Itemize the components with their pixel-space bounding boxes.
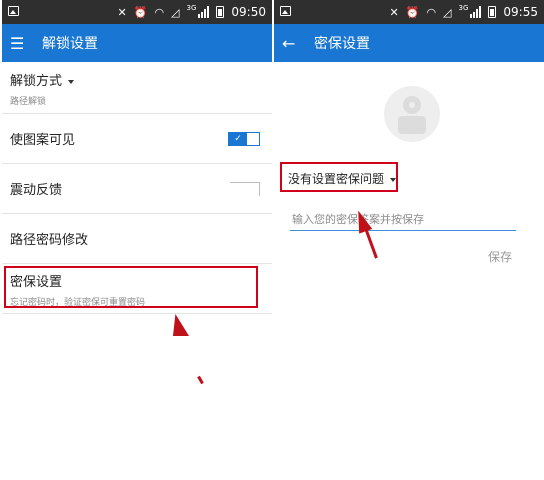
page-title: 解锁设置 (42, 36, 98, 52)
save-button[interactable]: 保存 (488, 248, 512, 265)
battery-icon (488, 6, 497, 18)
path-password-change-label: 路径密码修改 (10, 233, 89, 248)
unlock-method-label: 解锁方式 (10, 70, 272, 89)
unlock-method-row[interactable]: 解锁方式 路径解锁 (2, 62, 272, 114)
arrow-left-icon[interactable]: ← (282, 34, 302, 53)
dropdown-caret-icon (68, 79, 75, 84)
signal-icon (198, 6, 210, 18)
mute-icon: ✕ (117, 5, 127, 19)
status-clock: 09:50 (231, 5, 266, 19)
path-password-change-row[interactable]: 路径密码修改 (2, 214, 272, 264)
unlock-method-value: 路径解锁 (10, 97, 47, 107)
alarm-icon: ⏰ (405, 5, 420, 19)
wifi-icon: ◠ (154, 5, 165, 19)
status-icons: ✕ ⏰ ◠ ◿ 3G 09:55 (390, 0, 538, 24)
status-icons: ✕ ⏰ ◠ ◿ 3G 09:50 (118, 0, 266, 24)
vibration-feedback-toggle[interactable] (230, 182, 260, 196)
highlight-box (280, 162, 398, 192)
page-title: 密保设置 (314, 36, 370, 52)
annotation-arrow-shaft (364, 227, 378, 259)
vibration-feedback-label: 震动反馈 (10, 183, 63, 198)
mute-icon: ✕ (389, 5, 399, 19)
image-notification-icon (280, 6, 291, 16)
annotation-arrow-head (173, 314, 189, 336)
image-notification-icon (8, 6, 19, 16)
signal-icon (470, 6, 482, 18)
alarm-icon: ⏰ (133, 5, 148, 19)
status-bar: ✕ ⏰ ◠ ◿ 3G 09:50 (2, 0, 272, 24)
left-phone-screen: ✕ ⏰ ◠ ◿ 3G 09:50 ☰ 解锁设置 解锁方式 路径解锁 使图案可见 … (2, 0, 272, 480)
vibration-feedback-row[interactable]: 震动反馈 (2, 164, 272, 214)
visible-pattern-toggle[interactable]: ✓ (228, 132, 260, 146)
status-bar: ✕ ⏰ ◠ ◿ 3G 09:55 (274, 0, 544, 24)
network-type-label: 3G (186, 4, 197, 12)
visible-pattern-label: 使图案可见 (10, 133, 76, 148)
app-bar: ← 密保设置 (274, 24, 544, 62)
signal-empty-icon: ◿ (443, 5, 452, 19)
annotation-arrow-tail (197, 375, 204, 385)
lock-placeholder-icon (384, 86, 440, 142)
status-clock: 09:55 (503, 5, 538, 19)
network-type-label: 3G (458, 4, 469, 12)
wifi-icon: ◠ (426, 5, 437, 19)
signal-empty-icon: ◿ (171, 5, 180, 19)
security-answer-input[interactable] (290, 208, 516, 231)
hamburger-icon[interactable]: ☰ (10, 34, 30, 53)
app-bar: ☰ 解锁设置 (2, 24, 272, 62)
highlight-box (4, 266, 258, 308)
battery-icon (216, 6, 225, 18)
check-icon: ✓ (229, 133, 247, 145)
visible-pattern-row[interactable]: 使图案可见 ✓ (2, 114, 272, 164)
right-phone-screen: ✕ ⏰ ◠ ◿ 3G 09:55 ← 密保设置 没有设置密保问题 保存 (274, 0, 544, 480)
